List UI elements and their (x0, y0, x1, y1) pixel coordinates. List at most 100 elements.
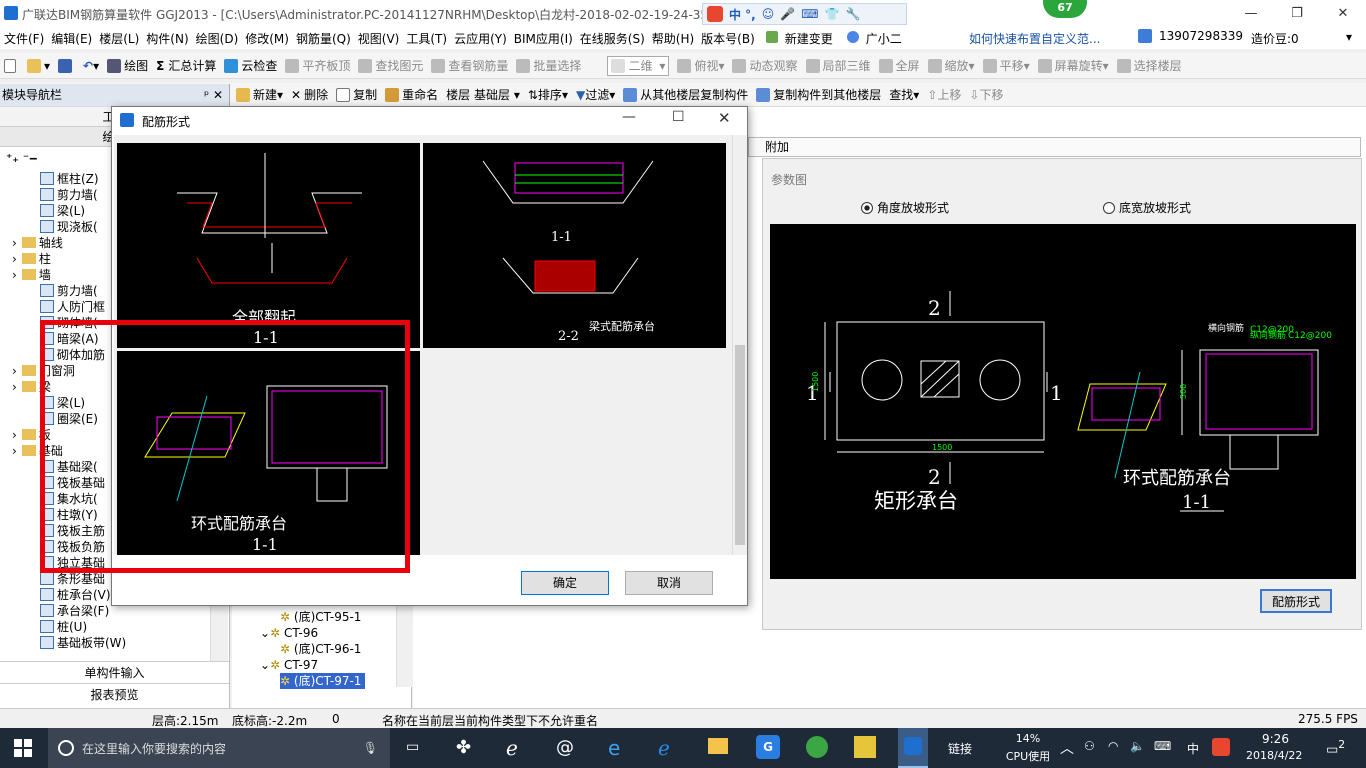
dynamic-view-button[interactable]: 动态观察 (732, 57, 798, 74)
expand-arrow-icon[interactable]: › (12, 236, 17, 250)
new-file-button[interactable] (4, 58, 19, 73)
dropdown-icon[interactable]: ▾ (1346, 30, 1352, 44)
ie-blue-icon[interactable]: ℯ (658, 736, 670, 760)
tree-item[interactable]: 条形基础 (40, 571, 105, 587)
notification-icon[interactable]: ▭2 (1326, 738, 1345, 757)
batch-select-button[interactable]: 批量选择 (516, 57, 581, 74)
menu-floor[interactable]: 楼层(L) (99, 30, 139, 47)
save-button[interactable] (58, 58, 75, 73)
tree-item[interactable]: 剪力墙( (40, 283, 98, 299)
move-up-button[interactable]: ⇧ 上移 (927, 86, 961, 103)
help-link[interactable]: 如何快速布置自定义范... (969, 30, 1100, 47)
undo-button[interactable]: ↶ ▾ (83, 59, 99, 73)
copy-from-floor-button[interactable]: 从其他楼层复制构件 (623, 86, 748, 103)
volume-icon[interactable]: 🔈 (1130, 739, 1145, 753)
single-input-button[interactable]: 单构件输入 (0, 661, 229, 683)
option-all-bent-up[interactable]: 全部翻起 1-1 (117, 143, 420, 348)
option-beam-style[interactable]: 1-1 2-2 梁式配筋承台 (423, 143, 726, 348)
spiral-app-icon[interactable]: @ (556, 737, 574, 758)
rebar-form-button[interactable]: 配筋形式 (1260, 589, 1332, 613)
link-label[interactable]: 链接 (948, 740, 972, 757)
filter-button[interactable]: ▼ 过滤 ▾ (576, 86, 615, 103)
tree-item[interactable]: 承台梁(F) (40, 603, 109, 619)
expand-arrow-icon[interactable]: › (12, 364, 17, 378)
ie-icon[interactable]: ℯ (506, 736, 518, 760)
move-down-button[interactable]: ⇩ 下移 (969, 86, 1003, 103)
skin-icon[interactable]: 👕 (825, 7, 840, 21)
menu-help[interactable]: 帮助(H) (652, 30, 694, 47)
sogou-tray-icon[interactable] (1212, 738, 1230, 756)
ime-lang[interactable]: 中 (1187, 740, 1199, 757)
tree-folder[interactable]: › 柱 (12, 251, 51, 267)
zoom-button[interactable]: 缩放 ▾ (927, 57, 975, 74)
menu-bim[interactable]: BIM应用(I) (514, 30, 573, 47)
keyboard-icon[interactable]: ⌨ (801, 7, 818, 21)
list-item[interactable]: ✲ (底)CT-96-1 (280, 641, 361, 657)
expand-collapse-icons[interactable]: ⁺₊ ⁻‒ (6, 151, 38, 165)
pin-icon[interactable]: ᵖ ✕ (204, 88, 223, 102)
mic-icon[interactable]: 🎤 (780, 7, 795, 21)
fullscreen-button[interactable]: 全屏 (878, 57, 920, 74)
g-app-icon[interactable]: G (756, 735, 780, 759)
menu-online[interactable]: 在线服务(S) (580, 30, 645, 47)
radio-angle-slope[interactable]: 角度放坡形式 (861, 199, 949, 216)
expand-arrow-icon[interactable]: › (12, 268, 17, 282)
gallery-scrollbar[interactable] (732, 135, 747, 555)
menu-cloud[interactable]: 云应用(Y) (454, 30, 507, 47)
rename-button[interactable]: 重命名 (385, 86, 438, 103)
menu-modify[interactable]: 修改(M) (245, 30, 289, 47)
user-account[interactable]: 13907298339 (1134, 29, 1246, 43)
wrench-icon[interactable]: 🔧 (846, 7, 861, 21)
tree-item[interactable]: 现浇板( (40, 219, 98, 235)
file-explorer-icon[interactable] (708, 738, 728, 754)
expand-arrow-icon[interactable]: › (12, 444, 17, 458)
people-icon[interactable]: ⚇ (1084, 739, 1095, 753)
close-button[interactable]: ✕ (1320, 0, 1366, 27)
wifi-icon[interactable]: ◠ (1108, 739, 1118, 753)
windows-start-icon[interactable] (14, 739, 32, 757)
expand-arrow-icon[interactable]: › (12, 380, 17, 394)
select-floor-button[interactable]: 选择楼层 (1116, 57, 1182, 74)
dialog-close-button[interactable]: ✕ (718, 109, 731, 127)
local-3d-button[interactable]: 局部三维 (805, 57, 871, 74)
notes-icon[interactable] (854, 736, 876, 758)
tab-extra[interactable]: 附加 (748, 137, 1361, 157)
tree-item[interactable]: 剪力墙( (40, 187, 98, 203)
list-item[interactable]: ⌄✲ CT-97 (260, 657, 318, 673)
menu-view[interactable]: 视图(V) (358, 30, 400, 47)
tree-item[interactable]: 框柱(Z) (40, 171, 99, 187)
sogou-ime-bar[interactable]: 中 °, ☺ 🎤 ⌨ 👕 🔧 (702, 3, 907, 25)
minimize-button[interactable]: — (1228, 0, 1274, 27)
notification-badge[interactable]: 67 (1043, 0, 1087, 18)
menu-guangxiaoer[interactable]: 广小二 (843, 30, 905, 47)
rotate-screen-button[interactable]: 屏幕旋转 ▾ (1037, 57, 1109, 74)
tree-folder[interactable]: › 轴线 (12, 235, 63, 251)
tree-item[interactable]: 梁(L) (40, 203, 85, 219)
emoji-icon[interactable]: ☺ (762, 7, 775, 21)
report-preview-button[interactable]: 报表预览 (0, 683, 229, 705)
scrollbar-thumb[interactable] (735, 345, 745, 545)
sum-calc-button[interactable]: Σ 汇总计算 (156, 57, 216, 74)
clock-date[interactable]: 2018/4/22 (1246, 749, 1302, 762)
menu-file[interactable]: 文件(F) (4, 30, 44, 47)
tree-item[interactable]: 人防门框 (40, 299, 105, 315)
tree-folder[interactable]: › 墙 (12, 267, 51, 283)
menu-draw[interactable]: 绘图(D) (196, 30, 239, 47)
cancel-button[interactable]: 取消 (625, 571, 713, 595)
copy-button[interactable]: 复制 (336, 86, 377, 103)
list-item[interactable]: ⌄✲ CT-96 (260, 625, 318, 641)
cloud-check-button[interactable]: 云检查 (224, 57, 277, 74)
menu-component[interactable]: 构件(N) (146, 30, 188, 47)
expand-arrow-icon[interactable]: › (12, 428, 17, 442)
edge-icon[interactable]: e (608, 736, 620, 760)
mic-icon[interactable]: 🎙 (363, 741, 378, 755)
fan-app-icon[interactable]: ✤ (456, 737, 471, 758)
new-button[interactable]: 新建 ▾ (236, 86, 283, 103)
radio-bottom-width-slope[interactable]: 底宽放坡形式 (1103, 199, 1191, 216)
menu-tools[interactable]: 工具(T) (406, 30, 447, 47)
top-view-button[interactable]: 俯视 ▾ (677, 57, 724, 74)
task-view-icon[interactable]: ▭ (406, 739, 419, 755)
delete-button[interactable]: ✕ 删除 (291, 86, 328, 103)
view-mode-select[interactable]: 二维 ▾ (607, 55, 670, 76)
menu-rebar[interactable]: 钢筋量(Q) (296, 30, 351, 47)
